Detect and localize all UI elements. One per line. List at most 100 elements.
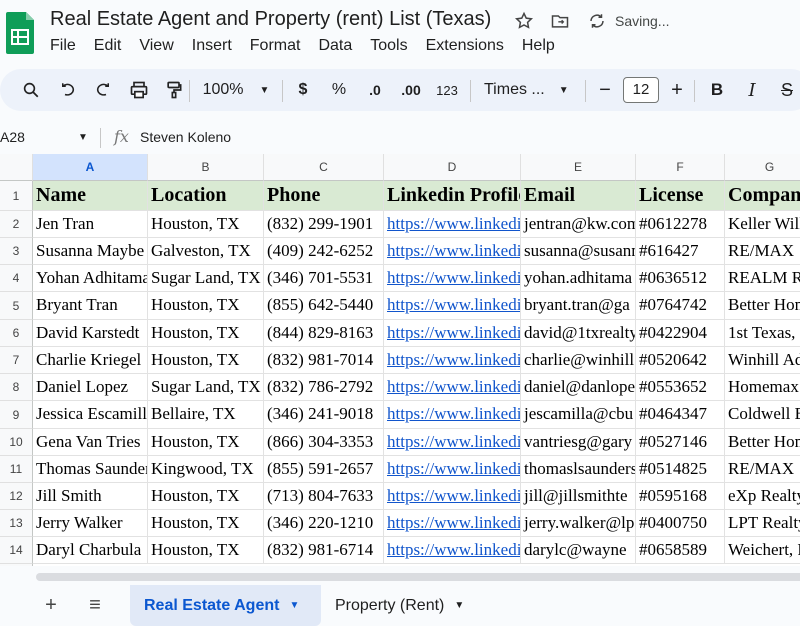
table-cell[interactable]: Houston, TX: [148, 429, 264, 456]
header-cell[interactable]: Phone: [264, 181, 384, 211]
table-cell[interactable]: susanna@susanna: [521, 238, 636, 265]
table-cell[interactable]: Charlie Kriegel: [33, 347, 148, 374]
menu-file[interactable]: File: [50, 37, 76, 55]
increase-decimal-button[interactable]: .00: [397, 69, 425, 111]
header-cell[interactable]: Email: [521, 181, 636, 211]
table-cell[interactable]: darylc@wayne: [521, 537, 636, 564]
header-cell[interactable]: Linkedin Profile: [384, 181, 521, 211]
spreadsheet-grid[interactable]: A B C D E F G 1 Name Location Phone Linkedin Profil…: [0, 154, 800, 566]
link-cell[interactable]: https://www.linkedin.com: [384, 320, 521, 347]
table-cell[interactable]: Better Homes: [725, 429, 800, 456]
percent-button[interactable]: %: [327, 69, 351, 111]
chevron-down-icon[interactable]: ▼: [78, 132, 88, 143]
table-cell[interactable]: Gena Van Tries: [33, 429, 148, 456]
table-cell[interactable]: Jessica Escamilla: [33, 401, 148, 429]
link-cell[interactable]: https://www.linkedin.com: [384, 456, 521, 483]
paint-format-icon[interactable]: [161, 69, 187, 111]
menu-tools[interactable]: Tools: [370, 37, 407, 55]
row-header[interactable]: 7: [0, 347, 33, 374]
table-cell[interactable]: Thomas Saunders: [33, 456, 148, 483]
more-formats-button[interactable]: 123: [433, 69, 461, 111]
table-cell[interactable]: (409) 242-6252: [264, 238, 384, 265]
table-cell[interactable]: Susanna Maybe: [33, 238, 148, 265]
link-cell[interactable]: https://www.linkedin.com: [384, 238, 521, 265]
table-cell[interactable]: (832) 786-2792: [264, 374, 384, 401]
menu-data[interactable]: Data: [318, 37, 352, 55]
table-cell[interactable]: Weichert, Realtors: [725, 537, 800, 564]
table-cell[interactable]: Coldwell Banker: [725, 401, 800, 429]
table-cell[interactable]: #0658589: [636, 537, 725, 564]
table-cell[interactable]: jerry.walker@lp: [521, 510, 636, 537]
table-cell[interactable]: yohan.adhitama: [521, 265, 636, 292]
row-header[interactable]: 3: [0, 238, 33, 265]
row-header[interactable]: 11: [0, 456, 33, 483]
table-cell[interactable]: (855) 591-2657: [264, 456, 384, 483]
italic-button[interactable]: I: [740, 69, 764, 111]
row-header[interactable]: 5: [0, 292, 33, 320]
table-cell[interactable]: (832) 299-1901: [264, 211, 384, 238]
select-all-corner[interactable]: [0, 154, 33, 181]
sheet-tab-property-rent[interactable]: Property (Rent) ▼: [321, 585, 491, 626]
table-cell[interactable]: Houston, TX: [148, 537, 264, 564]
menu-edit[interactable]: Edit: [94, 37, 122, 55]
row-header[interactable]: [0, 564, 33, 566]
font-size-increase-button[interactable]: +: [665, 69, 689, 111]
table-cell[interactable]: (855) 642-5440: [264, 292, 384, 320]
table-cell[interactable]: (832) 981-7014: [264, 347, 384, 374]
column-header-a[interactable]: A: [33, 154, 148, 181]
decrease-decimal-button[interactable]: .0: [362, 69, 388, 111]
sheets-logo-icon[interactable]: [4, 10, 36, 54]
row-header[interactable]: 6: [0, 320, 33, 347]
move-to-folder-icon[interactable]: [549, 10, 571, 32]
table-cell[interactable]: Sugar Land, TX: [148, 265, 264, 292]
row-header[interactable]: 4: [0, 265, 33, 292]
strikethrough-button[interactable]: S: [775, 69, 799, 111]
link-cell[interactable]: https://www.linkedin.com: [384, 347, 521, 374]
row-header[interactable]: 14: [0, 537, 33, 564]
horizontal-scrollbar[interactable]: [36, 573, 800, 581]
table-cell[interactable]: (713) 804-7633: [264, 483, 384, 510]
table-cell[interactable]: (866) 304-3353: [264, 429, 384, 456]
table-cell[interactable]: bryant.tran@ga: [521, 292, 636, 320]
row-header[interactable]: 8: [0, 374, 33, 401]
all-sheets-button[interactable]: ≡: [82, 585, 108, 626]
table-cell[interactable]: Jill Smith: [33, 483, 148, 510]
table-cell[interactable]: #0514825: [636, 456, 725, 483]
row-header[interactable]: 12: [0, 483, 33, 510]
table-cell[interactable]: Jen Tran: [33, 211, 148, 238]
row-header[interactable]: 2: [0, 211, 33, 238]
link-cell[interactable]: https://www.linkedin.com: [384, 401, 521, 429]
table-cell[interactable]: #0553652: [636, 374, 725, 401]
chevron-down-icon[interactable]: ▼: [454, 600, 464, 611]
link-cell[interactable]: https://www.linkedin.com: [384, 211, 521, 238]
table-cell[interactable]: Houston, TX: [148, 320, 264, 347]
print-icon[interactable]: [126, 69, 152, 111]
column-header-c[interactable]: C: [264, 154, 384, 181]
document-title[interactable]: Real Estate Agent and Property (rent) Li…: [50, 8, 491, 31]
table-cell[interactable]: jill@jillsmithte: [521, 483, 636, 510]
menu-format[interactable]: Format: [250, 37, 301, 55]
font-select[interactable]: Times ... ▼: [484, 69, 574, 111]
chevron-down-icon[interactable]: ▼: [289, 600, 299, 611]
table-cell[interactable]: LPT Realty: [725, 510, 800, 537]
table-cell[interactable]: (832) 981-6714: [264, 537, 384, 564]
table-cell[interactable]: #0422904: [636, 320, 725, 347]
table-cell[interactable]: Winhill Advisors: [725, 347, 800, 374]
column-header-g[interactable]: G: [725, 154, 800, 181]
table-cell[interactable]: Better Homes: [725, 292, 800, 320]
table-cell[interactable]: #0464347: [636, 401, 725, 429]
table-cell[interactable]: Galveston, TX: [148, 238, 264, 265]
table-cell[interactable]: (844) 829-8163: [264, 320, 384, 347]
column-header-b[interactable]: B: [148, 154, 264, 181]
menu-view[interactable]: View: [139, 37, 173, 55]
add-sheet-button[interactable]: +: [38, 585, 64, 626]
table-cell[interactable]: vantriesg@gary: [521, 429, 636, 456]
table-cell[interactable]: Kingwood, TX: [148, 456, 264, 483]
table-cell[interactable]: Sugar Land, TX: [148, 374, 264, 401]
table-cell[interactable]: Bryant Tran: [33, 292, 148, 320]
row-header[interactable]: 1: [0, 181, 33, 211]
table-cell[interactable]: Bellaire, TX: [148, 401, 264, 429]
sheet-tab-real-estate-agent[interactable]: Real Estate Agent ▼: [130, 585, 321, 626]
table-cell[interactable]: Keller Williams: [725, 211, 800, 238]
redo-icon[interactable]: [90, 69, 116, 111]
